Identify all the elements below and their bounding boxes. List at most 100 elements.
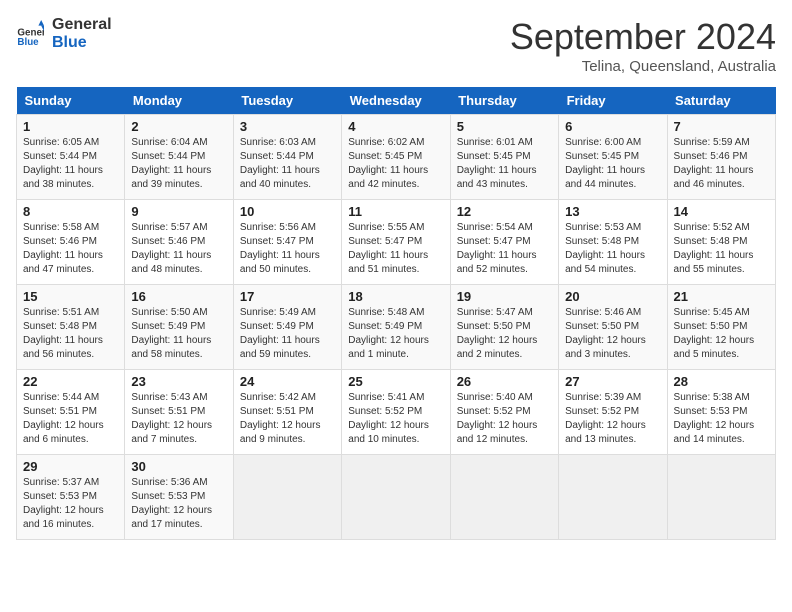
day-cell [342,455,450,540]
day-info: Sunrise: 5:39 AM Sunset: 5:52 PM Dayligh… [565,391,660,447]
day-info: Sunrise: 5:41 AM Sunset: 5:52 PM Dayligh… [348,391,443,447]
day-number: 16 [131,289,226,304]
day-number: 14 [674,204,769,219]
day-cell: 24 Sunrise: 5:42 AM Sunset: 5:51 PM Dayli… [233,370,341,455]
day-info: Sunrise: 5:57 AM Sunset: 5:46 PM Dayligh… [131,221,226,277]
day-number: 5 [457,119,552,134]
day-info: Sunrise: 6:05 AM Sunset: 5:44 PM Dayligh… [23,136,118,192]
day-number: 1 [23,119,118,134]
day-number: 19 [457,289,552,304]
day-cell: 4 Sunrise: 6:02 AM Sunset: 5:45 PM Daylig… [342,115,450,200]
day-number: 30 [131,459,226,474]
day-number: 7 [674,119,769,134]
day-number: 21 [674,289,769,304]
day-number: 22 [23,374,118,389]
col-wednesday: Wednesday [342,87,450,115]
day-info: Sunrise: 5:52 AM Sunset: 5:48 PM Dayligh… [674,221,769,277]
day-cell [559,455,667,540]
day-info: Sunrise: 5:51 AM Sunset: 5:48 PM Dayligh… [23,306,118,362]
day-cell: 5 Sunrise: 6:01 AM Sunset: 5:45 PM Daylig… [450,115,558,200]
calendar-table: Sunday Monday Tuesday Wednesday Thursday… [16,87,776,540]
day-info: Sunrise: 6:02 AM Sunset: 5:45 PM Dayligh… [348,136,443,192]
day-number: 17 [240,289,335,304]
day-cell: 30 Sunrise: 5:36 AM Sunset: 5:53 PM Dayli… [125,455,233,540]
day-info: Sunrise: 6:04 AM Sunset: 5:44 PM Dayligh… [131,136,226,192]
col-sunday: Sunday [17,87,125,115]
day-number: 18 [348,289,443,304]
day-cell: 21 Sunrise: 5:45 AM Sunset: 5:50 PM Dayli… [667,285,775,370]
day-info: Sunrise: 5:48 AM Sunset: 5:49 PM Dayligh… [348,306,443,362]
day-info: Sunrise: 5:45 AM Sunset: 5:50 PM Dayligh… [674,306,769,362]
day-number: 9 [131,204,226,219]
day-number: 2 [131,119,226,134]
day-cell: 27 Sunrise: 5:39 AM Sunset: 5:52 PM Dayli… [559,370,667,455]
day-info: Sunrise: 5:43 AM Sunset: 5:51 PM Dayligh… [131,391,226,447]
day-cell: 9 Sunrise: 5:57 AM Sunset: 5:46 PM Daylig… [125,200,233,285]
day-cell: 15Sunrise: 5:51 AM Sunset: 5:48 PM Dayli… [17,285,125,370]
day-number: 24 [240,374,335,389]
location-title: Telina, Queensland, Australia [510,58,776,75]
day-number: 4 [348,119,443,134]
day-number: 11 [348,204,443,219]
day-info: Sunrise: 5:42 AM Sunset: 5:51 PM Dayligh… [240,391,335,447]
day-number: 25 [348,374,443,389]
day-cell [667,455,775,540]
week-row-1: 1 Sunrise: 6:05 AM Sunset: 5:44 PM Daylig… [17,115,776,200]
day-cell: 1 Sunrise: 6:05 AM Sunset: 5:44 PM Daylig… [17,115,125,200]
col-friday: Friday [559,87,667,115]
day-info: Sunrise: 5:47 AM Sunset: 5:50 PM Dayligh… [457,306,552,362]
day-cell: 18 Sunrise: 5:48 AM Sunset: 5:49 PM Dayli… [342,285,450,370]
day-info: Sunrise: 5:38 AM Sunset: 5:53 PM Dayligh… [674,391,769,447]
day-number: 29 [23,459,118,474]
week-row-3: 15Sunrise: 5:51 AM Sunset: 5:48 PM Dayli… [17,285,776,370]
day-cell: 26 Sunrise: 5:40 AM Sunset: 5:52 PM Dayli… [450,370,558,455]
logo-general: General [52,16,112,34]
col-monday: Monday [125,87,233,115]
day-info: Sunrise: 5:56 AM Sunset: 5:47 PM Dayligh… [240,221,335,277]
day-info: Sunrise: 5:37 AM Sunset: 5:53 PM Dayligh… [23,476,118,532]
day-number: 20 [565,289,660,304]
page-header: General Blue General Blue September 2024… [16,16,776,75]
day-number: 26 [457,374,552,389]
day-number: 28 [674,374,769,389]
week-row-4: 22 Sunrise: 5:44 AM Sunset: 5:51 PM Dayli… [17,370,776,455]
day-info: Sunrise: 5:53 AM Sunset: 5:48 PM Dayligh… [565,221,660,277]
month-title: September 2024 [510,16,776,58]
day-number: 27 [565,374,660,389]
day-cell: 17Sunrise: 5:49 AM Sunset: 5:49 PM Dayli… [233,285,341,370]
day-cell: 2 Sunrise: 6:04 AM Sunset: 5:44 PM Daylig… [125,115,233,200]
day-info: Sunrise: 5:54 AM Sunset: 5:47 PM Dayligh… [457,221,552,277]
day-info: Sunrise: 5:55 AM Sunset: 5:47 PM Dayligh… [348,221,443,277]
week-row-5: 29 Sunrise: 5:37 AM Sunset: 5:53 PM Dayli… [17,455,776,540]
day-cell: 22 Sunrise: 5:44 AM Sunset: 5:51 PM Dayli… [17,370,125,455]
col-thursday: Thursday [450,87,558,115]
day-cell: 8 Sunrise: 5:58 AM Sunset: 5:46 PM Daylig… [17,200,125,285]
day-info: Sunrise: 5:46 AM Sunset: 5:50 PM Dayligh… [565,306,660,362]
day-info: Sunrise: 5:40 AM Sunset: 5:52 PM Dayligh… [457,391,552,447]
day-cell: 13 Sunrise: 5:53 AM Sunset: 5:48 PM Dayli… [559,200,667,285]
col-tuesday: Tuesday [233,87,341,115]
svg-text:Blue: Blue [17,37,39,48]
day-number: 3 [240,119,335,134]
day-cell [450,455,558,540]
day-number: 10 [240,204,335,219]
day-cell: 3 Sunrise: 6:03 AM Sunset: 5:44 PM Daylig… [233,115,341,200]
day-cell [233,455,341,540]
logo: General Blue General Blue [16,16,112,51]
day-info: Sunrise: 5:59 AM Sunset: 5:46 PM Dayligh… [674,136,769,192]
day-cell: 19 Sunrise: 5:47 AM Sunset: 5:50 PM Dayli… [450,285,558,370]
day-info: Sunrise: 5:36 AM Sunset: 5:53 PM Dayligh… [131,476,226,532]
day-info: Sunrise: 6:03 AM Sunset: 5:44 PM Dayligh… [240,136,335,192]
day-number: 13 [565,204,660,219]
day-number: 6 [565,119,660,134]
logo-blue: Blue [52,34,112,52]
day-number: 8 [23,204,118,219]
day-info: Sunrise: 6:01 AM Sunset: 5:45 PM Dayligh… [457,136,552,192]
day-cell: 25 Sunrise: 5:41 AM Sunset: 5:52 PM Dayli… [342,370,450,455]
day-info: Sunrise: 5:44 AM Sunset: 5:51 PM Dayligh… [23,391,118,447]
day-number: 12 [457,204,552,219]
title-area: September 2024 Telina, Queensland, Austr… [510,16,776,75]
day-info: Sunrise: 5:58 AM Sunset: 5:46 PM Dayligh… [23,221,118,277]
week-row-2: 8 Sunrise: 5:58 AM Sunset: 5:46 PM Daylig… [17,200,776,285]
day-cell: 16Sunrise: 5:50 AM Sunset: 5:49 PM Dayli… [125,285,233,370]
